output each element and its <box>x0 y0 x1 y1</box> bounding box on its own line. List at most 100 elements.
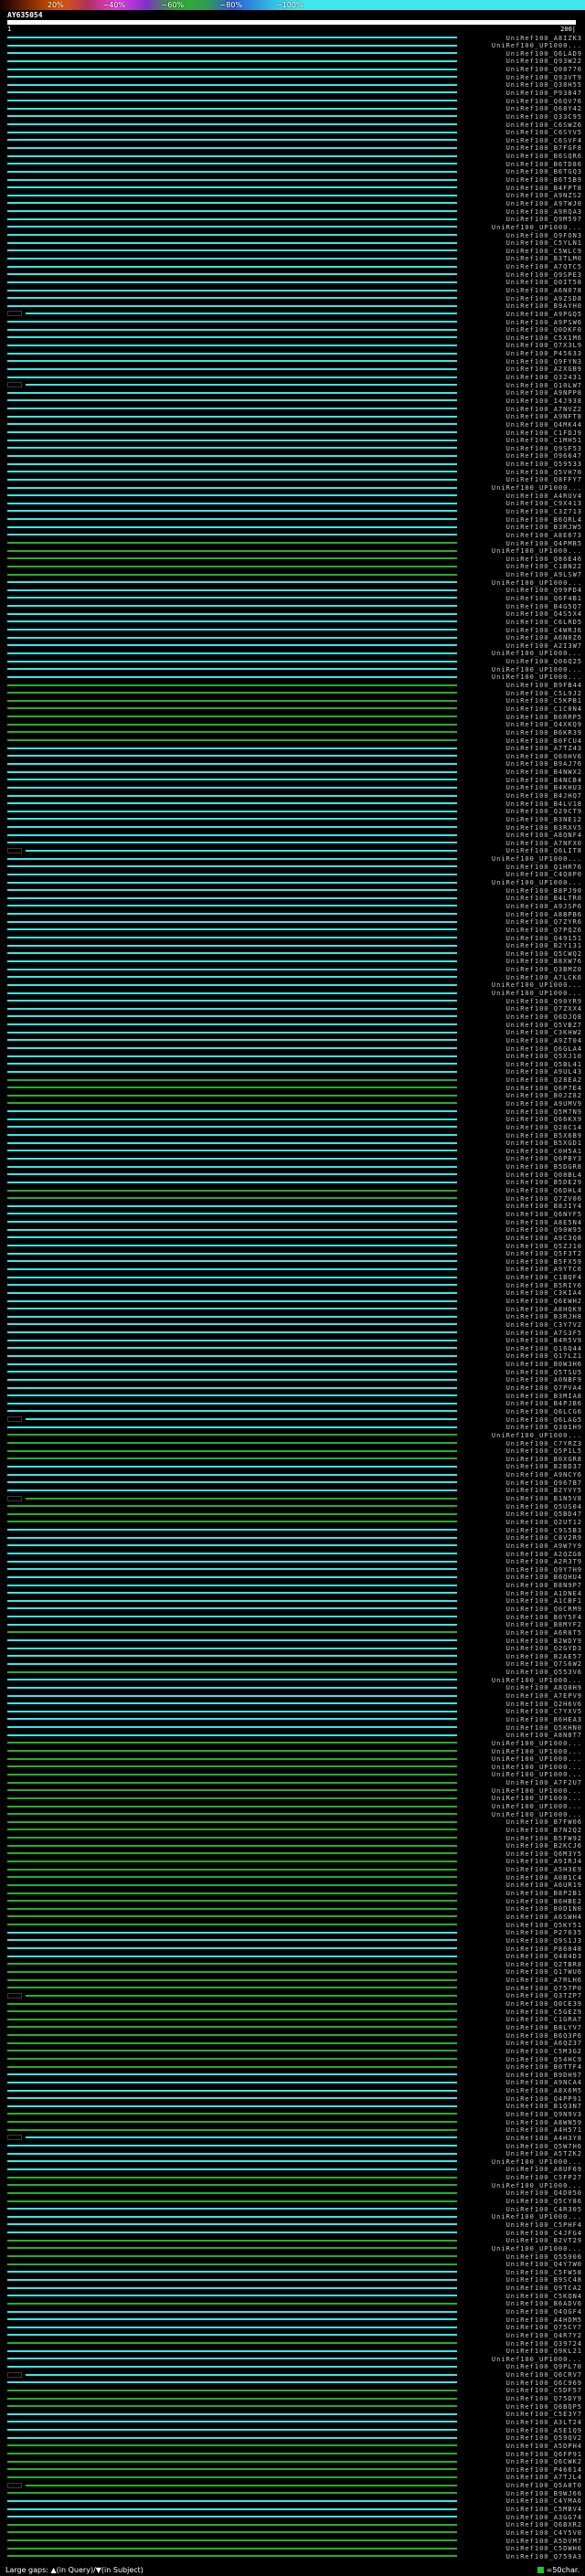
hit-line <box>7 352 457 355</box>
hit-row: UniRef100_B0FCU4 <box>0 737 585 745</box>
hit-line <box>7 779 457 781</box>
hit-row: UniRef100_B2KCJ6 <box>0 1842 585 1850</box>
hit-row: UniRef100_C9X413 <box>0 500 585 508</box>
hit-row: UniRef100_C6LRD5 <box>0 618 585 626</box>
hit-label: UniRef100_B0TTF4 <box>505 2063 582 2072</box>
hit-line <box>7 234 457 237</box>
hit-row: UniRef100_Q7ZXX4 <box>0 1005 585 1013</box>
hit-label: UniRef100_UP1000... <box>491 578 582 587</box>
hit-row: UniRef100_B8JIY4 <box>0 1203 585 1211</box>
hit-line <box>7 675 457 678</box>
gap-marker <box>7 2371 22 2378</box>
hit-label: UniRef100_Q68Y42 <box>505 105 582 113</box>
hit-row: UniRef100_Q7S6W2 <box>0 1660 585 1669</box>
hit-line <box>7 2436 457 2439</box>
hit-row: UniRef100_UP1000... <box>0 1431 585 1439</box>
hit-line <box>7 1568 457 1571</box>
hit-line <box>7 2263 457 2265</box>
hit-label: UniRef100_Q28C14 <box>505 1123 582 1131</box>
hit-line <box>7 1197 457 1200</box>
hit-row: UniRef100_Q06Q25 <box>0 658 585 666</box>
hit-line <box>7 1512 457 1515</box>
hit-line <box>7 2334 457 2337</box>
hit-line <box>7 2381 457 2384</box>
hit-line <box>7 692 457 694</box>
hit-row: UniRef100_Q17LZ1 <box>0 1352 585 1361</box>
hit-label: UniRef100_UP1000... <box>491 1755 582 1764</box>
hit-line <box>7 1757 457 1760</box>
hit-label: UniRef100_B9DH97 <box>505 2071 582 2079</box>
hit-line <box>7 1883 457 1886</box>
hit-row: UniRef100_Q301H9 <box>0 1424 585 1432</box>
hit-row: UniRef100_P27635 <box>0 1929 585 1937</box>
hit-row: UniRef100_UP1000... <box>0 484 585 493</box>
hit-row: UniRef100_B3RXV5 <box>0 823 585 832</box>
hit-line <box>7 1955 457 1957</box>
hit-row: UniRef100_Q55906 <box>0 2253 585 2261</box>
hit-line <box>7 210 457 213</box>
hit-row: UniRef100_Q6M3Y5 <box>0 1850 585 1858</box>
hit-row: UniRef100_A3LT24 <box>0 2418 585 2426</box>
hit-label: UniRef100_C7YRZ3 <box>505 1439 582 1447</box>
hit-row: UniRef100_A6N078 <box>0 287 585 295</box>
scale-tick-label: ~40% <box>102 1 126 9</box>
hit-line <box>7 367 457 370</box>
legend-scale-text: =50char. <box>546 2565 580 2574</box>
hit-label: UniRef100_Q4Y7W0 <box>505 2261 582 2269</box>
hit-label: UniRef100_Q6M3Y5 <box>505 1850 582 1858</box>
hit-label: UniRef100_A7F2U7 <box>505 1779 582 1787</box>
hit-row: UniRef100_A7NFX0 <box>0 839 585 847</box>
scale-tick-label: ~100% <box>276 1 303 9</box>
hit-line <box>7 123 457 126</box>
hit-row: UniRef100_Q9SF53 <box>0 444 585 452</box>
hit-row: UniRef100_Q49151 <box>0 934 585 942</box>
hit-label: UniRef100_Q6FP91 <box>505 2450 582 2458</box>
hit-line <box>7 107 457 110</box>
hit-line <box>7 2405 457 2408</box>
hit-label: UniRef100_UP1000... <box>491 665 582 673</box>
hit-line <box>7 257 457 260</box>
hit-line <box>7 1276 457 1278</box>
hit-line <box>7 360 457 363</box>
hit-row: UniRef100_Q5US04 <box>0 1502 585 1511</box>
hit-line <box>7 1339 457 1341</box>
hit-label: UniRef100_UP1000... <box>491 2244 582 2253</box>
hit-row: UniRef100_Q0DKF0 <box>0 326 585 334</box>
hit-row: UniRef100_A7LCK6 <box>0 973 585 981</box>
hit-line <box>7 1291 457 1294</box>
legend-square-icon <box>537 2566 544 2573</box>
hit-row: UniRef100_C8V2R9 <box>0 1534 585 1542</box>
hit-line <box>7 100 457 102</box>
hit-label: UniRef100_B2KCJ6 <box>505 1842 582 1850</box>
hit-row: UniRef100_A9NFT8 <box>0 413 585 421</box>
hit-label: UniRef100_Q7PVA4 <box>505 1384 582 1393</box>
scale-tick-label: ~60% <box>161 1 185 9</box>
hit-line <box>7 1900 457 1903</box>
hit-line <box>7 408 457 410</box>
hit-label: UniRef100_Q75DY9 <box>505 2395 582 2403</box>
hit-row: UniRef100_B3NE12 <box>0 815 585 823</box>
hit-line <box>7 502 457 504</box>
query-ruler-labels: 1 200| <box>7 26 578 33</box>
hit-line <box>7 2531 457 2534</box>
hit-line <box>7 549 457 552</box>
hit-label: UniRef100_B5FW92 <box>505 1834 582 1842</box>
hit-row: UniRef100_Q6BXR2 <box>0 2521 585 2529</box>
hit-line <box>7 2444 457 2447</box>
hit-line <box>7 1592 457 1595</box>
hit-row: UniRef100_UP1000... <box>0 2181 585 2189</box>
hit-row: UniRef100_A7S3F5 <box>0 1329 585 1337</box>
hit-row: UniRef100_B7FGF8 <box>0 144 585 153</box>
hit-row: UniRef100_B8XW76 <box>0 958 585 966</box>
hit-label: UniRef100_Q6GLA4 <box>505 1044 582 1053</box>
hit-line <box>7 1607 457 1610</box>
hit-line <box>7 1000 457 1002</box>
hit-line <box>26 849 457 852</box>
hit-line <box>7 1394 457 1397</box>
hit-label: UniRef100_A2I3W7 <box>505 641 582 650</box>
hit-row: UniRef100_UP1000... <box>0 223 585 231</box>
hit-row: UniRef100_UP1000... <box>0 547 585 556</box>
hit-line <box>7 1323 457 1326</box>
hit-label: UniRef100_Q4XKQ9 <box>505 721 582 729</box>
hit-row: UniRef100_C6SYV5 <box>0 129 585 137</box>
